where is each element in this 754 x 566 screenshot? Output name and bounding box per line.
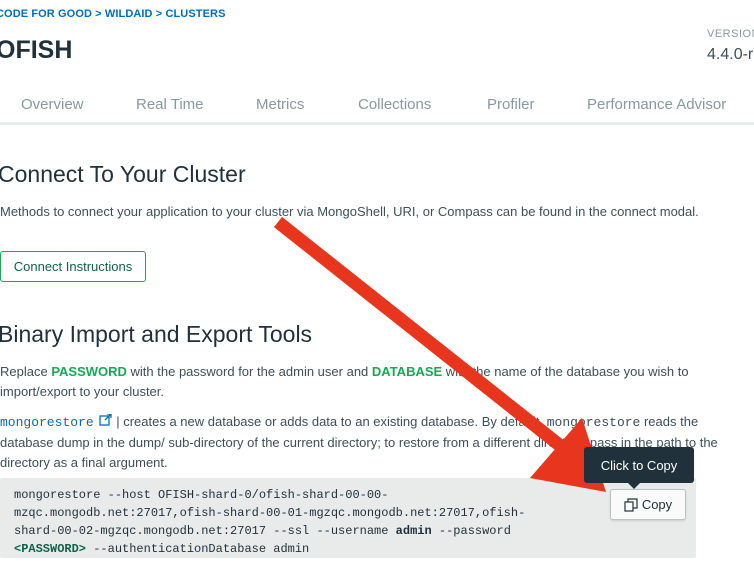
mongorestore-link[interactable]: mongorestore — [0, 415, 94, 430]
copy-button[interactable]: Copy — [610, 489, 686, 520]
connect-heading: Connect To Your Cluster — [0, 161, 246, 187]
mongorestore-command: mongorestore --host OFISH-shard-0/ofish-… — [14, 486, 525, 558]
code-block: mongorestore --host OFISH-shard-0/ofish-… — [0, 478, 696, 558]
code-admin-user: admin — [395, 524, 432, 538]
code-line-3: shard-00-02-mgzqc.mongodb.net:27017 --ss… — [14, 524, 396, 538]
tools-heading: Binary Import and Export Tools — [0, 321, 313, 347]
version-value: 4.4.0-r — [707, 46, 754, 63]
replace-prefix: Replace — [0, 364, 52, 379]
connect-description: Methods to connect your application to y… — [0, 204, 699, 219]
copy-label: Copy — [641, 497, 673, 512]
copy-icon — [624, 497, 638, 512]
tab-real-time[interactable]: Real Time — [136, 96, 204, 113]
tab-profiler[interactable]: Profiler — [487, 96, 535, 113]
code-line-1: mongorestore --host OFISH-shard-0/ofish-… — [14, 488, 389, 502]
code-line-3-end: --password — [431, 524, 511, 538]
code-line-2: mzqc.mongodb.net:27017,ofish-shard-00-01… — [14, 506, 526, 520]
version-label: VERSION — [707, 28, 754, 40]
external-link-icon[interactable] — [98, 413, 113, 426]
replace-middle: with the password for the admin user and — [126, 364, 372, 379]
password-keyword: PASSWORD — [51, 364, 127, 379]
code-line-4: --authenticationDatabase admin — [86, 542, 310, 556]
mongorestore-desc-1: | creates a new database or adds data to… — [112, 414, 547, 429]
copy-tooltip: Click to Copy — [584, 447, 694, 483]
tab-collections[interactable]: Collections — [358, 96, 431, 113]
replace-instructions: Replace PASSWORD with the password for t… — [0, 362, 754, 402]
database-keyword: DATABASE — [371, 364, 443, 379]
tab-performance-advisor[interactable]: Performance Advisor — [587, 96, 726, 113]
connect-instructions-button[interactable]: Connect Instructions — [0, 251, 146, 282]
tab-overview[interactable]: Overview — [21, 96, 84, 113]
tooltip-caret — [627, 482, 641, 489]
code-password-placeholder: <PASSWORD> — [14, 542, 87, 556]
tab-metrics[interactable]: Metrics — [256, 96, 304, 113]
page-title: OFISH — [0, 36, 73, 64]
breadcrumb[interactable]: CODE FOR GOOD > WILDAID > CLUSTERS — [0, 8, 226, 20]
mongorestore-inline-code: mongorestore — [546, 415, 641, 430]
tab-bar: Overview Real Time Metrics Collections P… — [0, 94, 754, 125]
